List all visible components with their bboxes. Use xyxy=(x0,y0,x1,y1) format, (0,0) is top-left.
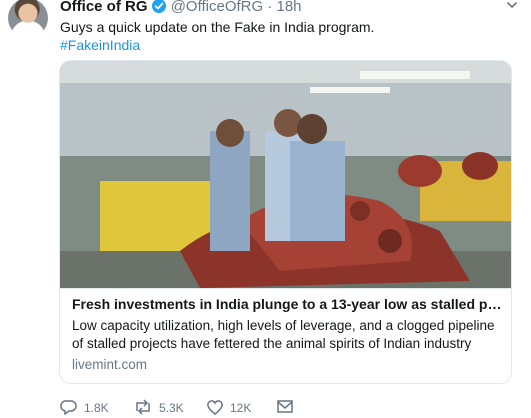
timestamp[interactable]: 18h xyxy=(277,0,302,15)
card-title[interactable]: Fresh investments in India plunge to a 1… xyxy=(72,295,502,314)
tweet-header: Office of RG @OfficeOfRG · 18h xyxy=(60,0,302,20)
retweet-icon xyxy=(133,398,159,418)
like-count: 12K xyxy=(230,401,252,415)
reply-button[interactable]: 1.8K xyxy=(60,398,109,418)
author-handle[interactable]: @OfficeOfRG xyxy=(171,0,263,15)
tweet-text: Guys a quick update on the Fake in India… xyxy=(60,19,375,35)
meta-separator: · xyxy=(267,0,273,15)
retweet-button[interactable]: 5.3K xyxy=(133,398,184,418)
card-body: Fresh investments in India plunge to a 1… xyxy=(60,288,511,383)
verified-badge-icon xyxy=(151,0,167,20)
retweet-count: 5.3K xyxy=(159,401,184,415)
chevron-down-icon[interactable] xyxy=(505,0,519,12)
link-card[interactable]: Fresh investments in India plunge to a 1… xyxy=(59,60,512,384)
like-button[interactable]: 12K xyxy=(206,398,251,418)
card-image xyxy=(60,61,511,288)
like-icon xyxy=(206,399,230,418)
message-icon xyxy=(276,399,300,418)
card-domain: livemint.com xyxy=(72,357,148,372)
reply-count: 1.8K xyxy=(84,401,109,415)
reply-icon xyxy=(60,399,84,418)
tweet: Office of RG @OfficeOfRG · 18h Guys a qu… xyxy=(0,0,531,415)
avatar[interactable] xyxy=(8,0,48,38)
author-name[interactable]: Office of RG xyxy=(60,0,148,15)
card-description: Low capacity utilization, high levels of… xyxy=(72,318,495,351)
direct-message-button[interactable] xyxy=(276,398,300,418)
hashtag-link[interactable]: #FakeinIndia xyxy=(60,36,140,55)
